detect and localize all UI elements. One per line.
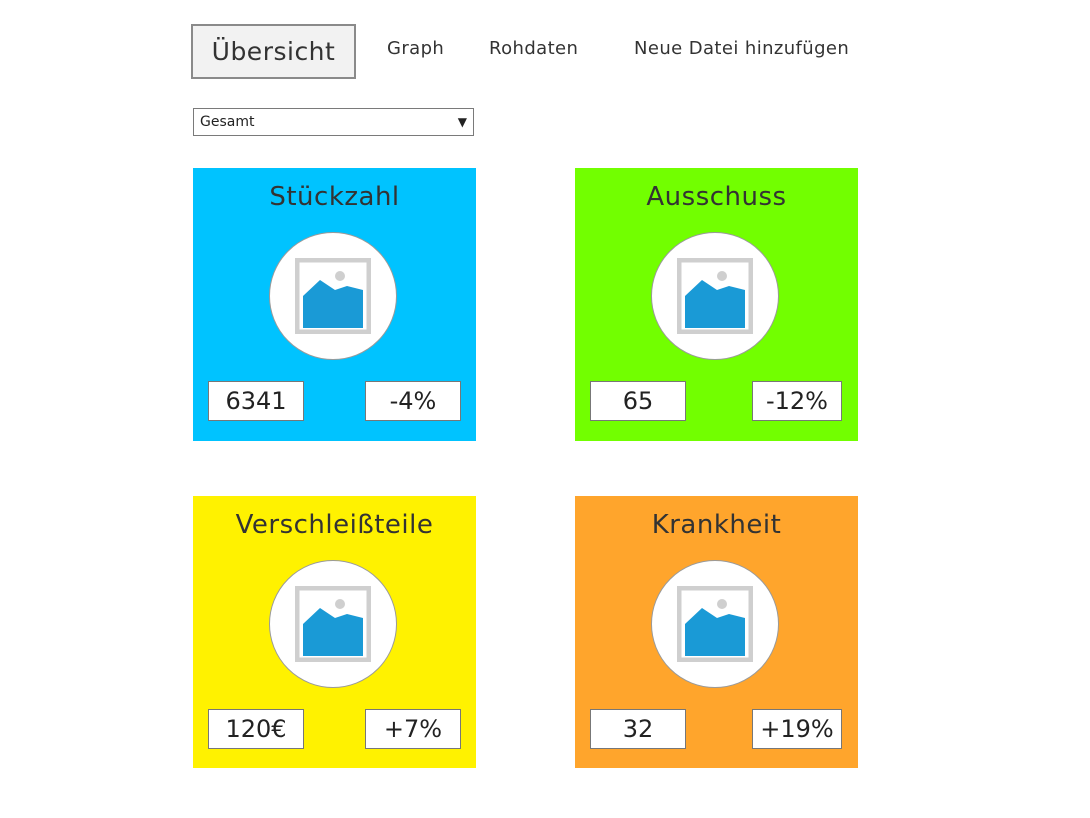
card-change: +19% xyxy=(752,709,842,749)
card-title: Ausschuss xyxy=(646,182,787,212)
card-value: 32 xyxy=(590,709,686,749)
filter-select-value: Gesamt xyxy=(200,114,255,130)
image-placeholder-icon xyxy=(651,232,779,360)
card-value: 6341 xyxy=(208,381,304,421)
nav-add-file-link[interactable]: Neue Datei hinzufügen xyxy=(634,38,849,59)
card-title: Verschleißteile xyxy=(235,510,434,540)
kpi-card-krankheit: Krankheit 32 +19% xyxy=(575,496,858,768)
card-value: 120€ xyxy=(208,709,304,749)
card-change: -4% xyxy=(365,381,461,421)
filter-select[interactable]: Gesamt ▼ xyxy=(193,108,474,136)
card-title: Stückzahl xyxy=(269,182,400,212)
kpi-card-stueckzahl: Stückzahl 6341 -4% xyxy=(193,168,476,441)
card-change: -12% xyxy=(752,381,842,421)
card-change: +7% xyxy=(365,709,461,749)
image-placeholder-icon xyxy=(651,560,779,688)
top-navigation: Übersicht Graph Rohdaten Neue Datei hinz… xyxy=(0,0,1090,100)
card-value: 65 xyxy=(590,381,686,421)
kpi-card-verschleissteile: Verschleißteile 120€ +7% xyxy=(193,496,476,768)
card-title: Krankheit xyxy=(651,510,782,540)
chevron-down-icon: ▼ xyxy=(457,115,467,129)
nav-overview-button[interactable]: Übersicht xyxy=(191,24,356,79)
image-placeholder-icon xyxy=(269,232,397,360)
nav-graph-link[interactable]: Graph xyxy=(387,38,444,59)
image-placeholder-icon xyxy=(269,560,397,688)
kpi-card-ausschuss: Ausschuss 65 -12% xyxy=(575,168,858,441)
nav-raw-data-link[interactable]: Rohdaten xyxy=(489,38,578,59)
